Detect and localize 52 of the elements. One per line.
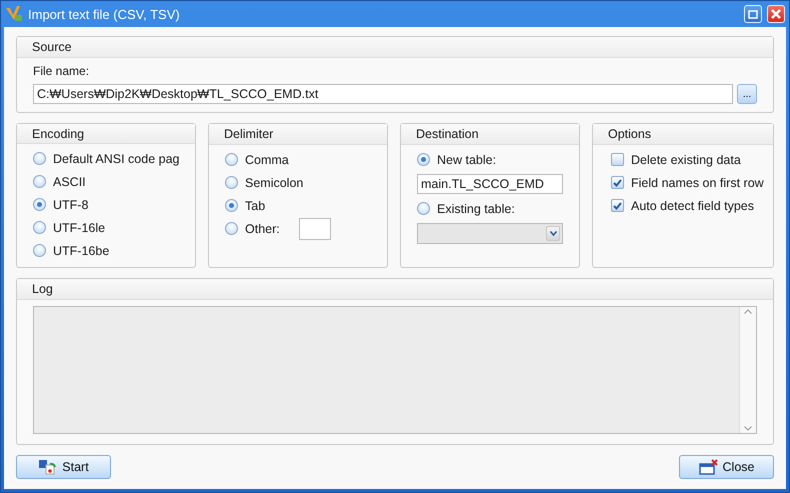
option-label: UTF-8 — [53, 198, 88, 212]
option-label: UTF-16be — [53, 244, 110, 258]
table-name-field[interactable]: main.TL_SCCO_EMD — [417, 174, 563, 194]
radio-button[interactable] — [33, 198, 46, 211]
other-delimiter-field[interactable] — [298, 218, 331, 240]
option-label: New table: — [437, 152, 496, 166]
option-label: Comma — [245, 152, 289, 166]
checkbox[interactable] — [611, 153, 624, 166]
group-heading: Log — [17, 279, 773, 300]
scrollbar[interactable] — [739, 307, 756, 433]
radio-button[interactable] — [225, 222, 238, 235]
close-window-icon — [698, 459, 719, 475]
option-label: Existing table: — [437, 202, 515, 216]
option-label: Auto detect field types — [631, 198, 754, 212]
option-label: Delete existing data — [631, 152, 741, 166]
checkbox[interactable] — [611, 199, 624, 212]
file-name-field[interactable]: C:₩Users₩Dip2K₩Desktop₩TL_SCCO_EMD.txt — [33, 84, 733, 104]
group-heading: Source — [17, 37, 773, 58]
radio-button[interactable] — [33, 175, 46, 188]
maximize-button[interactable] — [744, 5, 762, 23]
checkbox[interactable] — [611, 176, 624, 189]
radio-button[interactable] — [33, 152, 46, 165]
scroll-down-icon[interactable] — [744, 426, 752, 431]
close-dialog-button[interactable]: Close — [679, 455, 774, 479]
close-button[interactable] — [767, 5, 785, 23]
start-button[interactable]: Start — [16, 455, 111, 479]
group-heading: Encoding — [17, 124, 195, 144]
option-label: Default ANSI code pag — [53, 152, 179, 166]
maximize-icon — [748, 10, 758, 18]
option-label: UTF-16le — [53, 220, 106, 234]
close-icon — [771, 9, 781, 19]
option-label: Tab — [245, 198, 266, 212]
radio-button[interactable] — [33, 244, 46, 257]
import-icon — [38, 459, 58, 475]
scroll-up-icon[interactable] — [744, 309, 752, 314]
radio-button[interactable] — [417, 153, 430, 166]
group-heading: Destination — [401, 124, 579, 145]
browse-button[interactable]: ... — [737, 84, 757, 104]
option-label: Semicolon — [245, 176, 304, 190]
group-heading: Options — [593, 124, 773, 145]
app-icon — [5, 6, 23, 22]
radio-button[interactable] — [225, 176, 238, 189]
chevron-down-icon — [550, 231, 556, 236]
radio-button[interactable] — [225, 199, 238, 212]
option-label: ASCII — [53, 174, 86, 188]
radio-button[interactable] — [225, 153, 238, 166]
option-label: Field names on first row — [631, 176, 764, 190]
window-title: Import text file (CSV, TSV) — [28, 6, 181, 22]
group-heading: Delimiter — [209, 124, 387, 145]
option-label: Other: — [245, 222, 280, 236]
radio-button[interactable] — [33, 221, 46, 234]
file-name-label: File name: — [33, 64, 90, 78]
